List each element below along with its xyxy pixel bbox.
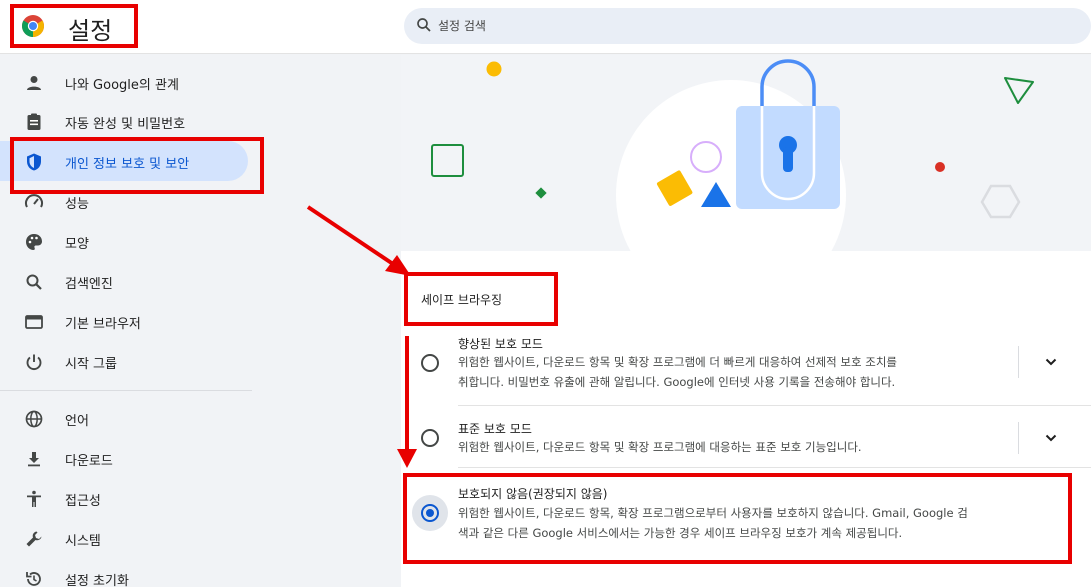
power-icon (26, 354, 42, 371)
option-desc-line: 취합니다. 비밀번호 유출에 관해 알립니다. Google에 인터넷 사용 기… (458, 375, 896, 389)
vertical-separator (1018, 422, 1019, 454)
accessibility-icon (27, 490, 41, 507)
top-bar: 설정 (0, 0, 1091, 54)
chevron-down-icon[interactable] (1041, 428, 1061, 448)
annotation-box-privacy-nav (10, 137, 264, 194)
sidebar-item-label: 나와 Google의 관계 (65, 78, 179, 93)
option-divider (458, 405, 1091, 406)
sidebar-item-on-startup[interactable]: 시작 그룹 (0, 341, 248, 381)
sidebar-item-default-browser[interactable]: 기본 브라우저 (0, 301, 248, 341)
sidebar-item-system[interactable]: 시스템 (0, 518, 248, 558)
sidebar-item-languages[interactable]: 언어 (0, 398, 248, 438)
annotation-box-no-protection (403, 473, 1072, 564)
sidebar-item-label: 검색엔진 (65, 277, 113, 292)
sidebar-item-autofill[interactable]: 자동 완성 및 비밀번호 (0, 101, 248, 141)
sidebar-item-label: 자동 완성 및 비밀번호 (65, 117, 186, 132)
search-icon (26, 274, 42, 290)
sidebar-item-appearance[interactable]: 모양 (0, 221, 248, 261)
sidebar-item-reset-settings[interactable]: 설정 초기화 (0, 558, 248, 587)
sidebar-item-you-and-google[interactable]: 나와 Google의 관계 (0, 62, 248, 102)
radio-enhanced-protection[interactable] (421, 354, 439, 372)
sidebar-item-search-engine[interactable]: 검색엔진 (0, 261, 248, 301)
sidebar-item-label: 접근성 (65, 494, 101, 509)
hero-illustration (401, 55, 1091, 310)
annotation-box-title (10, 4, 138, 48)
option-desc-line: 위험한 웹사이트, 다운로드 항목 및 확장 프로그램에 대응하는 표준 보호 … (458, 440, 862, 454)
annotation-box-safe-browsing (404, 272, 558, 326)
sidebar-item-label: 시작 그룹 (65, 357, 117, 372)
safe-browsing-illustration (431, 59, 1034, 310)
chevron-down-icon[interactable] (1041, 352, 1061, 372)
option-divider (458, 467, 1091, 468)
sidebar-item-label: 모양 (65, 237, 89, 252)
reset-icon (26, 572, 41, 586)
sidebar-item-label: 기본 브라우저 (65, 317, 141, 332)
speedometer-icon (25, 194, 43, 208)
radio-standard-protection[interactable] (421, 429, 439, 447)
sidebar-item-accessibility[interactable]: 접근성 (0, 478, 248, 518)
sidebar-item-label: 다운로드 (65, 454, 113, 469)
clipboard-icon (27, 113, 41, 130)
option-desc-line: 위험한 웹사이트, 다운로드 항목 및 확장 프로그램에 더 빠르게 대응하여 … (458, 355, 897, 369)
vertical-separator (1018, 346, 1019, 378)
sidebar-item-label: 설정 초기화 (65, 574, 129, 587)
browser-icon (25, 315, 43, 329)
palette-icon (26, 234, 42, 250)
sidebar: 나와 Google의 관계 자동 완성 및 비밀번호 개인 정보 보호 및 보안… (0, 55, 260, 587)
sidebar-divider (0, 390, 252, 391)
sidebar-item-label: 시스템 (65, 534, 101, 549)
search-icon (417, 18, 431, 32)
download-icon (28, 452, 40, 467)
globe-icon (25, 410, 43, 428)
person-icon (27, 76, 41, 90)
option-title: 표준 보호 모드 (458, 422, 532, 436)
option-title: 향상된 보호 모드 (458, 337, 543, 351)
sidebar-item-label: 언어 (65, 414, 89, 429)
annotation-arrow-line (306, 205, 398, 268)
search-box[interactable] (404, 8, 1091, 44)
sidebar-item-downloads[interactable]: 다운로드 (0, 438, 248, 478)
wrench-icon (26, 531, 42, 547)
search-input[interactable] (438, 8, 1038, 44)
sidebar-item-label: 성능 (65, 197, 89, 212)
